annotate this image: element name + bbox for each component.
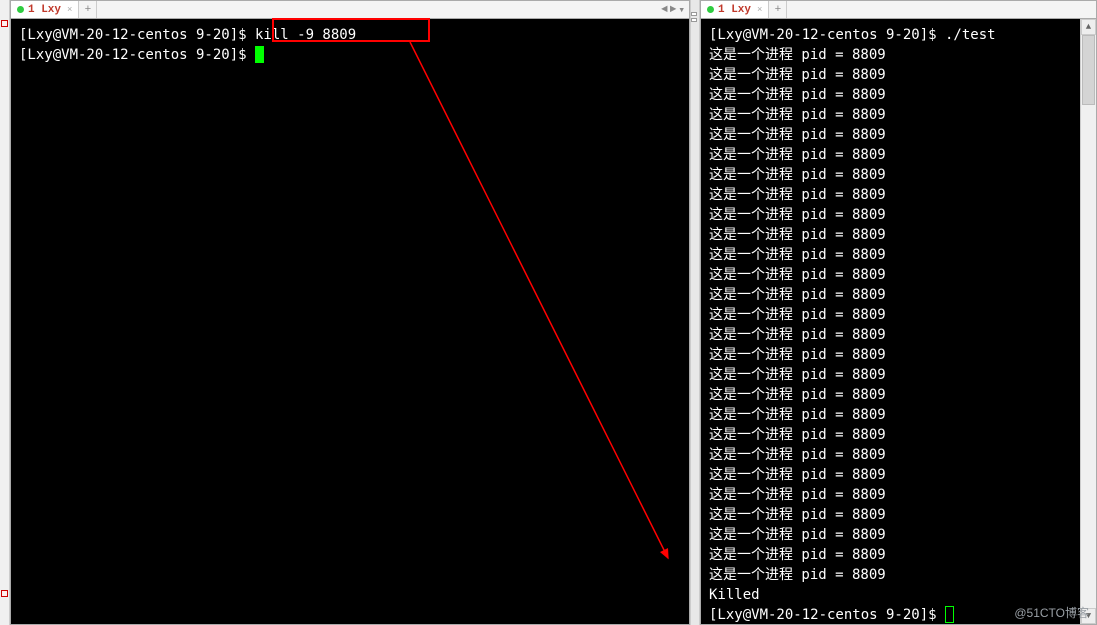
terminal-output-line: 这是一个进程 pid = 8809 <box>709 45 1088 65</box>
terminal-output-line: 这是一个进程 pid = 8809 <box>709 265 1088 285</box>
cursor-icon <box>255 46 264 63</box>
terminal-output-line: 这是一个进程 pid = 8809 <box>709 545 1088 565</box>
left-terminal[interactable]: [Lxy@VM-20-12-centos 9-20]$ kill -9 8809… <box>11 19 689 624</box>
terminal-output-line: 这是一个进程 pid = 8809 <box>709 405 1088 425</box>
scroll-track[interactable] <box>1081 35 1096 608</box>
right-terminal-pane: 1 Lxy × + [Lxy@VM-20-12-centos 9-20]$ ./… <box>700 0 1097 625</box>
right-tabbar: 1 Lxy × + <box>701 1 1096 19</box>
tab-prev-icon[interactable]: ◄ <box>661 4 668 16</box>
terminal-output-line: 这是一个进程 pid = 8809 <box>709 465 1088 485</box>
left-tabbar: 1 Lxy × + ◄ ► ▾ <box>11 1 689 19</box>
terminal-output-line: 这是一个进程 pid = 8809 <box>709 85 1088 105</box>
right-scrollbar[interactable]: ▲ ▼ <box>1080 19 1096 624</box>
tab-nav-arrows: ◄ ► ▾ <box>661 1 689 18</box>
terminal-output-line: 这是一个进程 pid = 8809 <box>709 285 1088 305</box>
gutter-mark-icon <box>691 18 697 22</box>
gutter-marker-icon <box>1 20 8 27</box>
tab-label: 1 Lxy <box>718 4 751 16</box>
tab-label: 1 Lxy <box>28 4 61 16</box>
cursor-icon <box>945 606 954 623</box>
terminal-line: [Lxy@VM-20-12-centos 9-20]$ ./test <box>709 25 1088 45</box>
terminal-output-line: 这是一个进程 pid = 8809 <box>709 245 1088 265</box>
close-icon[interactable]: × <box>757 5 762 15</box>
terminal-output-line: 这是一个进程 pid = 8809 <box>709 385 1088 405</box>
terminal-output-line: 这是一个进程 pid = 8809 <box>709 205 1088 225</box>
terminal-output-line: 这是一个进程 pid = 8809 <box>709 305 1088 325</box>
terminal-output-line: 这是一个进程 pid = 8809 <box>709 565 1088 585</box>
terminal-output-line: 这是一个进程 pid = 8809 <box>709 345 1088 365</box>
terminal-killed-line: Killed <box>709 585 1088 605</box>
scroll-thumb[interactable] <box>1082 35 1095 105</box>
right-tab-1[interactable]: 1 Lxy × <box>701 1 769 18</box>
tab-menu-icon[interactable]: ▾ <box>678 3 685 17</box>
connected-dot-icon <box>17 6 24 13</box>
watermark: @51CTO博客 <box>1014 604 1089 621</box>
close-icon[interactable]: × <box>67 5 72 15</box>
terminal-output-line: 这是一个进程 pid = 8809 <box>709 525 1088 545</box>
terminal-output-line: 这是一个进程 pid = 8809 <box>709 325 1088 345</box>
terminal-output-line: 这是一个进程 pid = 8809 <box>709 485 1088 505</box>
terminal-output-line: 这是一个进程 pid = 8809 <box>709 225 1088 245</box>
gutter-mark-icon <box>691 12 697 16</box>
terminal-line: [Lxy@VM-20-12-centos 9-20]$ <box>19 45 681 65</box>
connected-dot-icon <box>707 6 714 13</box>
terminal-output-line: 这是一个进程 pid = 8809 <box>709 145 1088 165</box>
terminal-output-line: 这是一个进程 pid = 8809 <box>709 185 1088 205</box>
new-tab-button[interactable]: + <box>79 1 97 18</box>
scroll-up-icon[interactable]: ▲ <box>1081 19 1096 35</box>
left-terminal-pane: 1 Lxy × + ◄ ► ▾ [Lxy@VM-20-12-centos 9-2… <box>10 0 690 625</box>
terminal-output-line: 这是一个进程 pid = 8809 <box>709 445 1088 465</box>
gutter-marker-icon <box>1 590 8 597</box>
terminal-output-line: 这是一个进程 pid = 8809 <box>709 165 1088 185</box>
sidebar-gutter <box>0 0 10 625</box>
new-tab-button[interactable]: + <box>769 1 787 18</box>
left-tab-1[interactable]: 1 Lxy × <box>11 1 79 18</box>
terminal-output-line: 这是一个进程 pid = 8809 <box>709 125 1088 145</box>
split-gutter[interactable] <box>690 0 700 625</box>
terminal-output-line: 这是一个进程 pid = 8809 <box>709 505 1088 525</box>
terminal-line: [Lxy@VM-20-12-centos 9-20]$ kill -9 8809 <box>19 25 681 45</box>
right-terminal[interactable]: [Lxy@VM-20-12-centos 9-20]$ ./test这是一个进程… <box>701 19 1096 624</box>
terminal-output-line: 这是一个进程 pid = 8809 <box>709 425 1088 445</box>
terminal-output-line: 这是一个进程 pid = 8809 <box>709 105 1088 125</box>
terminal-output-line: 这是一个进程 pid = 8809 <box>709 365 1088 385</box>
terminal-output-line: 这是一个进程 pid = 8809 <box>709 65 1088 85</box>
tab-next-icon[interactable]: ► <box>670 4 677 16</box>
